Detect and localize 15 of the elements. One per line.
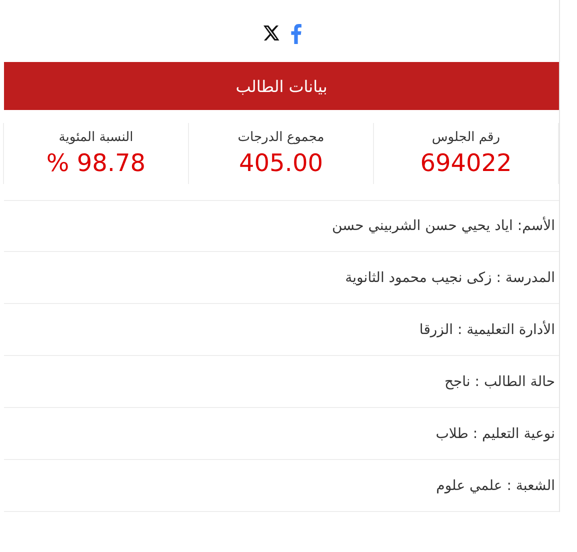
- detail-text: الشعبة : علمي علوم: [436, 478, 555, 494]
- section-header: بيانات الطالب: [4, 62, 559, 110]
- stat-value: 694022: [420, 148, 512, 177]
- detail-text: الأسم: اياد يحيي حسن الشربيني حسن: [332, 218, 555, 234]
- detail-text: الأدارة التعليمية : الزرقا: [419, 322, 555, 338]
- facebook-icon[interactable]: [290, 24, 302, 44]
- x-logo-icon[interactable]: [262, 24, 280, 42]
- stat-value: 405.00: [239, 148, 323, 177]
- detail-text: نوعية التعليم : طلاب: [436, 426, 555, 442]
- detail-text: المدرسة : زكى نجيب محمود الثانوية: [345, 270, 555, 286]
- stat-label: مجموع الدرجات: [238, 130, 324, 145]
- detail-text: حالة الطالب : ناجح: [444, 374, 555, 390]
- stat-value: % 98.78: [46, 148, 146, 177]
- stat-label: رقم الجلوس: [432, 130, 500, 145]
- stat-label: النسبة المئوية: [58, 130, 134, 145]
